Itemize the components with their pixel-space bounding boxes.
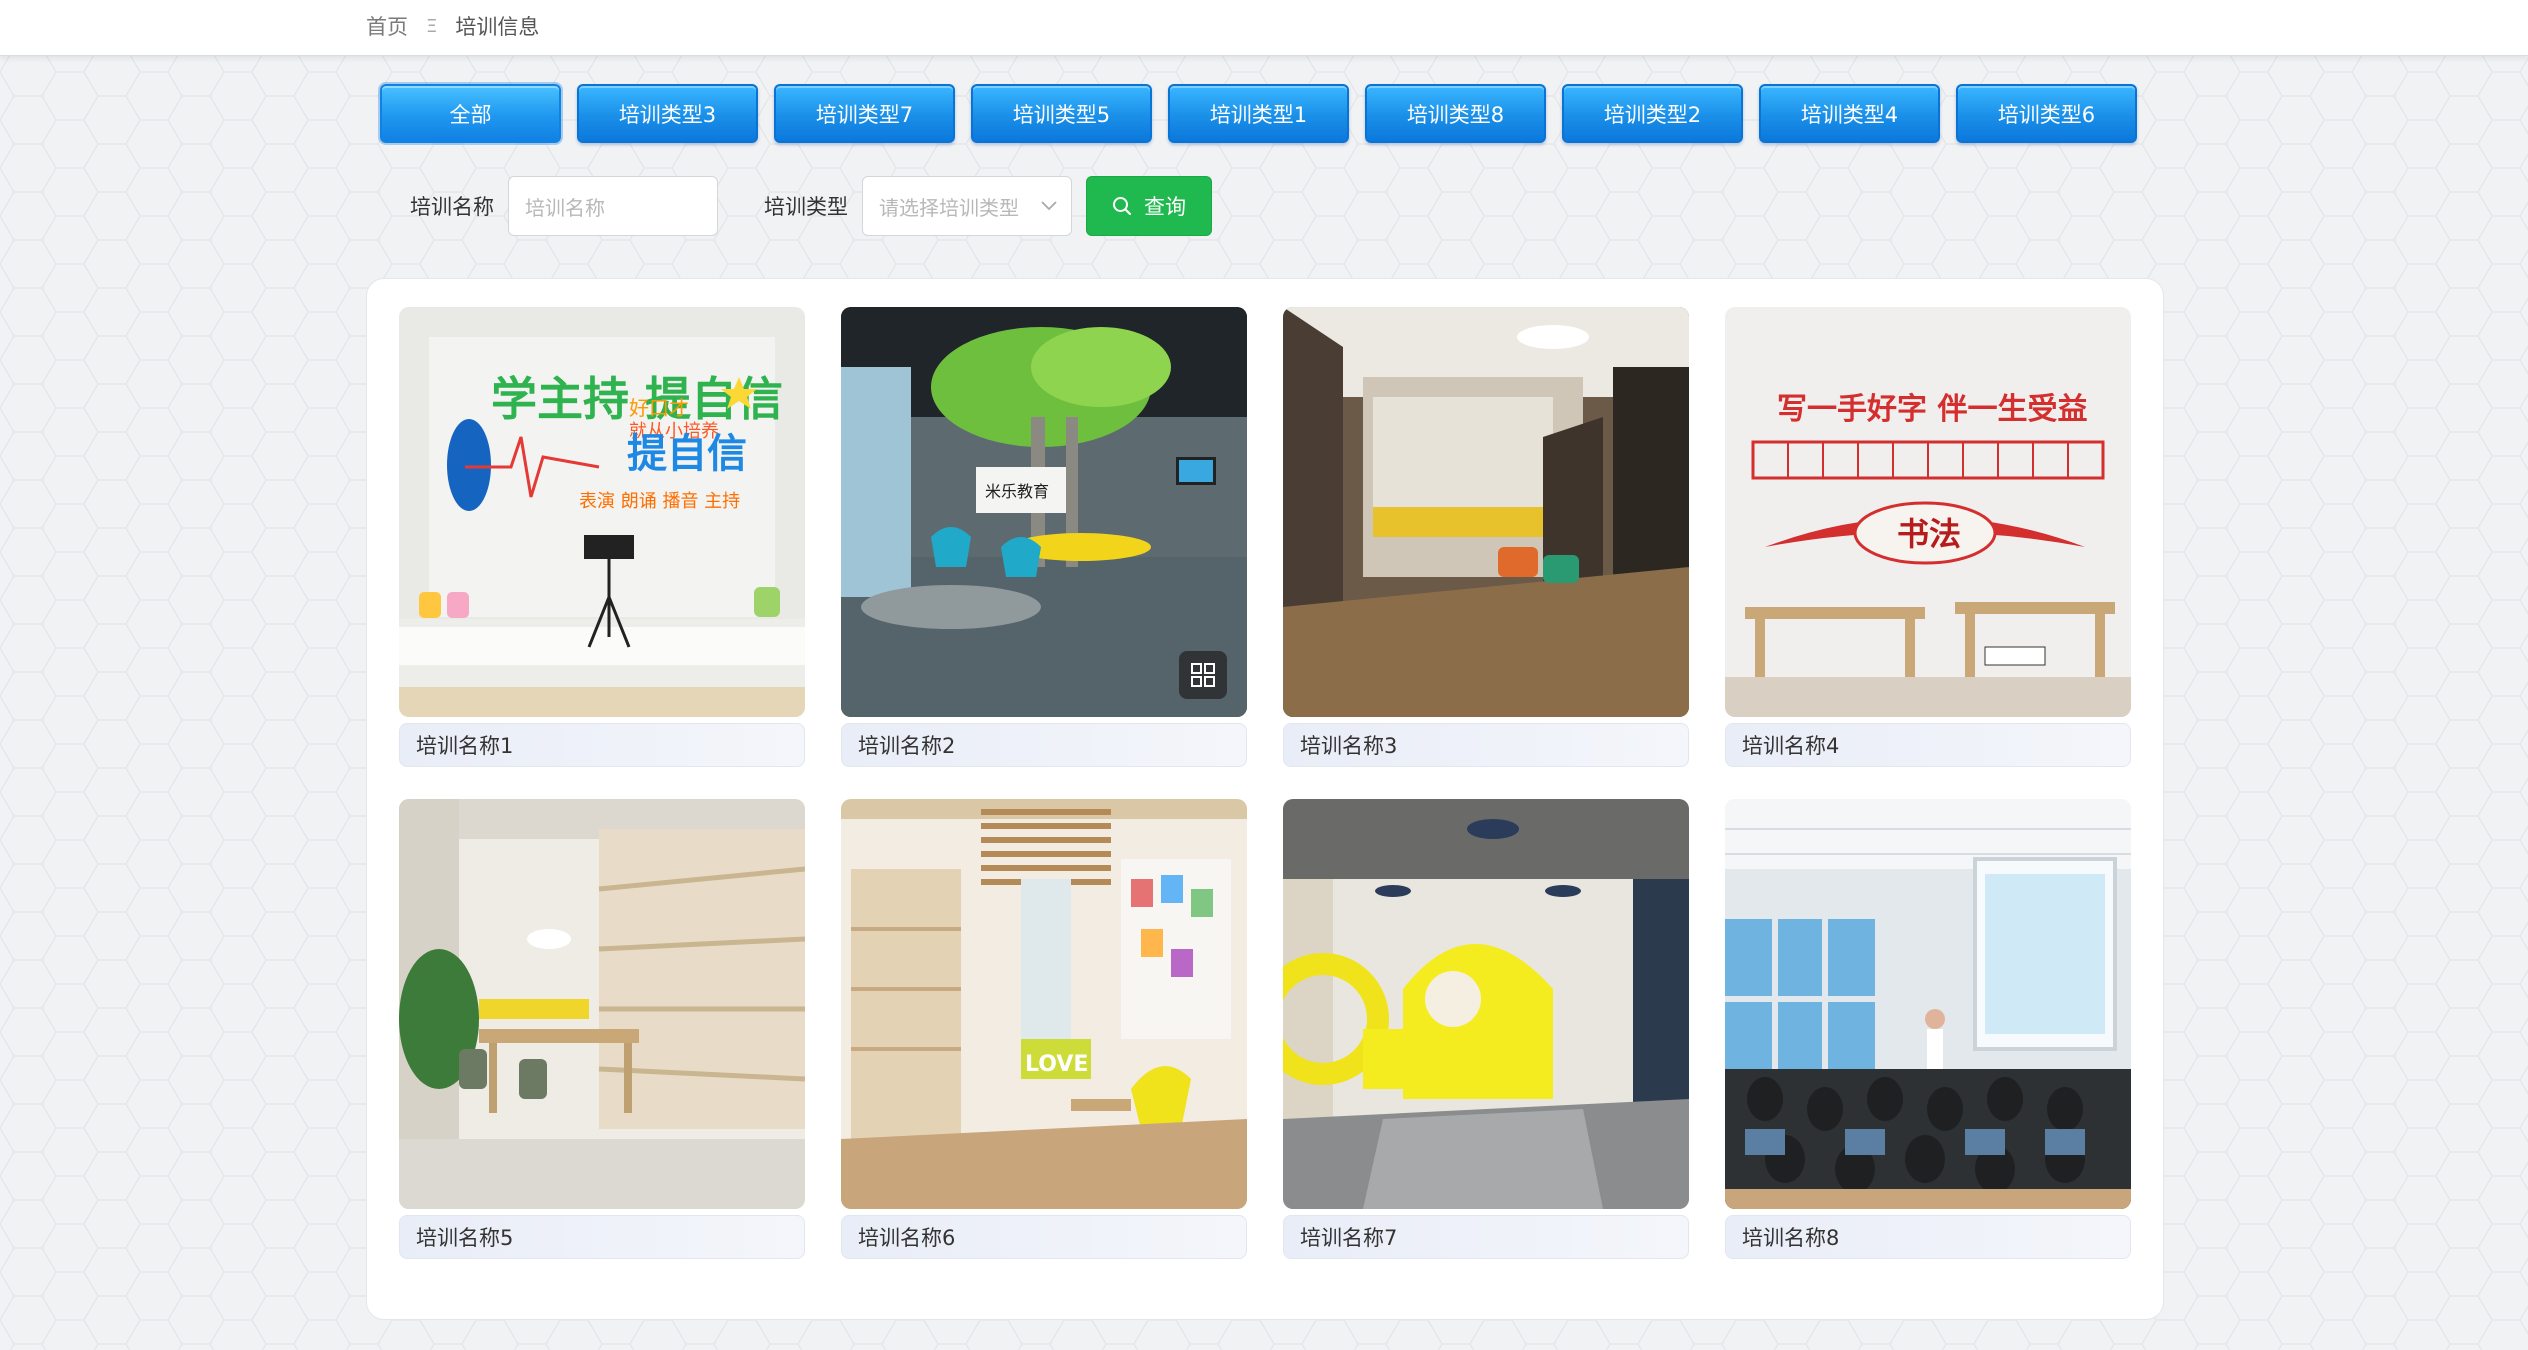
training-title[interactable]: 培训名称7 <box>1283 1215 1689 1259</box>
name-input[interactable]: 培训名称 <box>508 176 718 236</box>
training-card[interactable]: LOVE 培训名称6 <box>841 799 1247 1259</box>
training-card[interactable]: 培训名称3 <box>1283 307 1689 767</box>
search-icon <box>1113 197 1132 216</box>
training-image[interactable]: 米乐教育 <box>841 307 1247 717</box>
training-image[interactable]: 写一手好字 伴一生受益 书法 <box>1725 307 2131 717</box>
training-image[interactable] <box>1283 307 1689 717</box>
breadcrumb-current: 培训信息 <box>455 15 540 39</box>
grid-icon[interactable] <box>1179 651 1227 699</box>
training-card[interactable]: 培训名称5 <box>399 799 805 1259</box>
top-navigation-bar: 首页 Ξ 培训信息 <box>0 0 2528 56</box>
tab-type1[interactable]: 培训类型1 <box>1168 84 1349 143</box>
tab-type3[interactable]: 培训类型3 <box>577 84 758 143</box>
svg-text:书法: 书法 <box>1897 515 1961 553</box>
tab-type5[interactable]: 培训类型5 <box>971 84 1152 143</box>
training-title[interactable]: 培训名称1 <box>399 723 805 767</box>
type-label: 培训类型 <box>764 195 848 219</box>
chevron-down-icon <box>1041 201 1057 211</box>
svg-text:提自信: 提自信 <box>627 431 747 477</box>
svg-text:好口才: 好口才 <box>629 396 689 420</box>
svg-text:LOVE: LOVE <box>1025 1052 1088 1077</box>
training-image[interactable] <box>1283 799 1689 1209</box>
training-title[interactable]: 培训名称3 <box>1283 723 1689 767</box>
svg-text:表演 朗诵 播音 主持: 表演 朗诵 播音 主持 <box>579 491 740 512</box>
query-button[interactable]: 查询 <box>1086 176 1212 236</box>
training-image[interactable]: LOVE <box>841 799 1247 1209</box>
tab-type8[interactable]: 培训类型8 <box>1365 84 1546 143</box>
training-image[interactable] <box>1725 799 2131 1209</box>
training-image[interactable]: 学主持 提自信 好口才 就从小培养 提自信 表演 朗诵 播音 主持 <box>399 307 805 717</box>
name-label: 培训名称 <box>410 195 494 219</box>
breadcrumb: 首页 Ξ 培训信息 <box>366 0 539 52</box>
name-input-placeholder: 培训名称 <box>525 195 605 220</box>
category-tabs: 全部 培训类型3 培训类型7 培训类型5 培训类型1 培训类型8 培训类型2 培… <box>380 84 2137 143</box>
training-card[interactable]: 学主持 提自信 好口才 就从小培养 提自信 表演 朗诵 播音 主持 培训名称1 <box>399 307 805 767</box>
svg-text:写一手好字 伴一生受益: 写一手好字 伴一生受益 <box>1777 392 2087 427</box>
training-image[interactable] <box>399 799 805 1209</box>
training-title[interactable]: 培训名称6 <box>841 1215 1247 1259</box>
training-title[interactable]: 培训名称5 <box>399 1215 805 1259</box>
training-card[interactable]: 米乐教育 培训名称2 <box>841 307 1247 767</box>
breadcrumb-separator: Ξ <box>426 15 438 37</box>
tab-type2[interactable]: 培训类型2 <box>1562 84 1743 143</box>
svg-text:米乐教育: 米乐教育 <box>985 482 1049 501</box>
type-select-placeholder: 请选择培训类型 <box>879 195 1019 220</box>
tab-type6[interactable]: 培训类型6 <box>1956 84 2137 143</box>
query-button-label: 查询 <box>1144 195 1186 219</box>
training-card[interactable]: 写一手好字 伴一生受益 书法 培训名称4 <box>1725 307 2131 767</box>
tab-type4[interactable]: 培训类型4 <box>1759 84 1940 143</box>
tab-all[interactable]: 全部 <box>380 84 561 143</box>
search-bar: 培训名称 培训名称 培训类型 请选择培训类型 查询 <box>410 176 1212 236</box>
breadcrumb-home[interactable]: 首页 <box>366 11 408 41</box>
tab-type7[interactable]: 培训类型7 <box>774 84 955 143</box>
training-card[interactable]: 培训名称7 <box>1283 799 1689 1259</box>
type-select[interactable]: 请选择培训类型 <box>862 176 1072 236</box>
training-list-panel: 学主持 提自信 好口才 就从小培养 提自信 表演 朗诵 播音 主持 培训名称1 <box>366 278 2164 1320</box>
training-card[interactable]: 培训名称8 <box>1725 799 2131 1259</box>
training-title[interactable]: 培训名称8 <box>1725 1215 2131 1259</box>
training-title[interactable]: 培训名称2 <box>841 723 1247 767</box>
training-title[interactable]: 培训名称4 <box>1725 723 2131 767</box>
